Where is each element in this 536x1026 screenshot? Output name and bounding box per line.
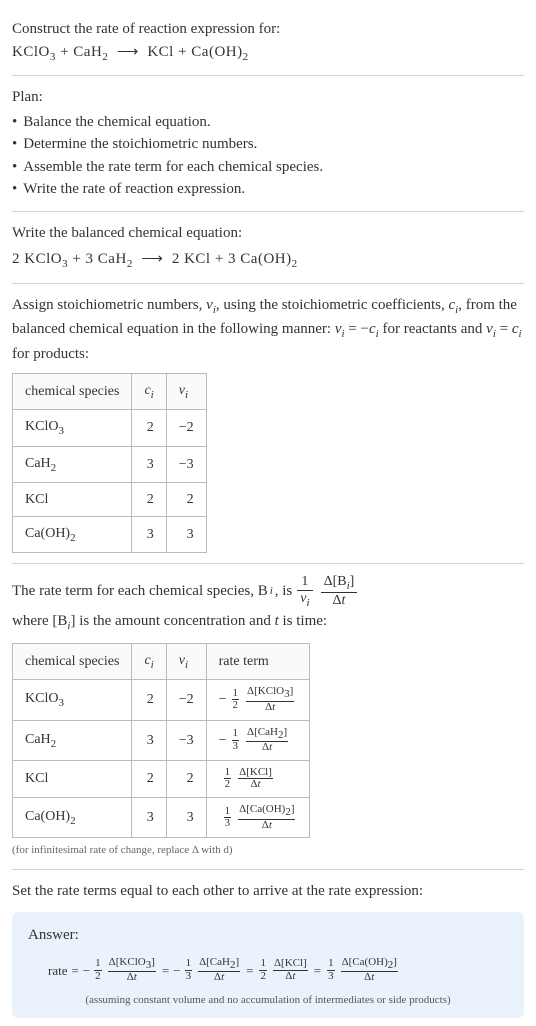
c-cell: 3	[132, 516, 166, 552]
equals: =	[314, 961, 321, 981]
bullet-icon: •	[12, 133, 17, 156]
plan-item-text: Determine the stoichiometric numbers.	[23, 133, 257, 156]
table-header: νi	[166, 374, 206, 410]
rate-label: rate	[48, 961, 67, 981]
answer-note: (assuming constant volume and no accumul…	[28, 992, 508, 1009]
species-cell: KCl	[13, 760, 132, 797]
equals: =	[162, 961, 169, 981]
table-header: νi	[166, 643, 206, 679]
species-cell: Ca(OH)2	[13, 797, 132, 837]
plan-list: • Balance the chemical equation. • Determin…	[12, 111, 524, 201]
c-cell: 2	[132, 760, 166, 797]
c-cell: 2	[132, 680, 166, 720]
c-cell: 2	[132, 410, 166, 446]
v-cell: −2	[166, 410, 206, 446]
table-header: chemical species	[13, 374, 132, 410]
v-cell: −3	[166, 720, 206, 760]
species-cell: KClO3	[13, 680, 132, 720]
rate-term: 12Δ[KCl]Δt	[257, 958, 309, 982]
plan-item: • Balance the chemical equation.	[12, 111, 524, 134]
balanced-intro: Write the balanced chemical equation:	[12, 222, 524, 245]
equals: =	[71, 961, 78, 981]
plan-item-text: Assemble the rate term for each chemical…	[23, 156, 323, 179]
final-intro: Set the rate terms equal to each other t…	[12, 880, 524, 903]
c-cell: 3	[132, 446, 166, 482]
plan-item-text: Balance the chemical equation.	[23, 111, 210, 134]
plan-header: Plan:	[12, 86, 524, 109]
species-cell: CaH2	[13, 720, 132, 760]
plan-section: Plan: • Balance the chemical equation. • De…	[12, 76, 524, 212]
bullet-icon: •	[12, 156, 17, 179]
v-cell: 3	[166, 516, 206, 552]
table-row: KCl22	[13, 482, 207, 516]
v-cell: 2	[166, 760, 206, 797]
v-cell: 2	[166, 482, 206, 516]
table-header: chemical species	[13, 643, 132, 679]
title: Construct the rate of reaction expressio…	[12, 18, 524, 41]
rate-term: 13Δ[Ca(OH)2]Δt	[325, 957, 400, 984]
rate-term-cell: −12Δ[KClO3]Δt	[206, 680, 310, 720]
v-cell: 3	[166, 797, 206, 837]
balanced-equation: 2 KClO3 + 3 CaH2 ⟶ 2 KCl + 3 Ca(OH)2	[12, 248, 524, 273]
table-note: (for infinitesimal rate of change, repla…	[12, 842, 524, 859]
final-section: Set the rate terms equal to each other t…	[12, 870, 524, 1019]
answer-rate-expression: rate=−12Δ[KClO3]Δt=−13Δ[CaH2]Δt=12Δ[KCl]…	[28, 957, 508, 984]
table-row: KCl2212Δ[KCl]Δt	[13, 760, 310, 797]
rate-intro-frac2: Δ[Bi]Δt	[321, 574, 358, 608]
bullet-icon: •	[12, 178, 17, 201]
c-cell: 3	[132, 720, 166, 760]
rate-term-table: chemical speciesciνirate termKClO32−2−12…	[12, 643, 310, 838]
species-cell: KClO3	[13, 410, 132, 446]
rate-intro-pre: The rate term for each chemical species,…	[12, 580, 268, 603]
table-header: rate term	[206, 643, 310, 679]
table-row: Ca(OH)233	[13, 516, 207, 552]
stoich-section: Assign stoichiometric numbers, νi, using…	[12, 284, 524, 565]
species-cell: KCl	[13, 482, 132, 516]
rate-term-cell: −13Δ[CaH2]Δt	[206, 720, 310, 760]
plan-item: • Assemble the rate term for each chemica…	[12, 156, 524, 179]
table-row: CaH23−3−13Δ[CaH2]Δt	[13, 720, 310, 760]
rate-term-section: The rate term for each chemical species,…	[12, 564, 524, 870]
answer-box: Answer: rate=−12Δ[KClO3]Δt=−13Δ[CaH2]Δt=…	[12, 912, 524, 1018]
rate-intro-frac1: 1νi	[297, 574, 312, 608]
table-row: CaH23−3	[13, 446, 207, 482]
v-cell: −2	[166, 680, 206, 720]
v-cell: −3	[166, 446, 206, 482]
plan-item: • Determine the stoichiometric numbers.	[12, 133, 524, 156]
c-cell: 3	[132, 797, 166, 837]
plan-item-text: Write the rate of reaction expression.	[23, 178, 245, 201]
table-header: ci	[132, 643, 166, 679]
table-row: KClO32−2	[13, 410, 207, 446]
plan-item: • Write the rate of reaction expression.	[12, 178, 524, 201]
rate-intro-mid: , is	[275, 580, 293, 603]
stoich-table: chemical speciesciνiKClO32−2CaH23−3KCl22…	[12, 373, 207, 553]
table-row: Ca(OH)23313Δ[Ca(OH)2]Δt	[13, 797, 310, 837]
c-cell: 2	[132, 482, 166, 516]
bullet-icon: •	[12, 111, 17, 134]
problem-statement: Construct the rate of reaction expressio…	[12, 8, 524, 76]
equals: =	[246, 961, 253, 981]
rate-intro: The rate term for each chemical species,…	[12, 574, 524, 635]
rate-term-cell: 13Δ[Ca(OH)2]Δt	[206, 797, 310, 837]
rate-intro-post: where [Bi] is the amount concentration a…	[12, 610, 327, 635]
rate-term-cell: 12Δ[KCl]Δt	[206, 760, 310, 797]
rate-term: −12Δ[KClO3]Δt	[83, 957, 158, 984]
table-row: KClO32−2−12Δ[KClO3]Δt	[13, 680, 310, 720]
stoich-intro: Assign stoichiometric numbers, νi, using…	[12, 294, 524, 366]
answer-label: Answer:	[28, 924, 508, 947]
unbalanced-equation: KClO3 + CaH2 ⟶ KCl + Ca(OH)2	[12, 41, 524, 66]
species-cell: Ca(OH)2	[13, 516, 132, 552]
balanced-section: Write the balanced chemical equation: 2 …	[12, 212, 524, 284]
species-cell: CaH2	[13, 446, 132, 482]
rate-term: −13Δ[CaH2]Δt	[173, 957, 242, 984]
table-header: ci	[132, 374, 166, 410]
